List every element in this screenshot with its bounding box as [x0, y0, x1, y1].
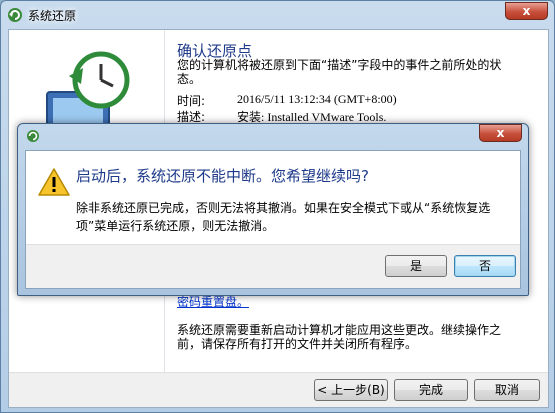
- dialog-button-bar: 是 否: [26, 244, 520, 288]
- dialog-client-area: 启动后，系统还原不能中断。您希望继续吗? 除非系统还原已完成，否则无法将其撤消。…: [25, 150, 521, 289]
- finish-button[interactable]: 完成: [394, 379, 468, 401]
- back-button[interactable]: < 上一步(B): [314, 379, 388, 401]
- warning-icon: [38, 168, 70, 196]
- system-restore-icon: [27, 130, 39, 142]
- description-label: 描述:: [177, 110, 206, 124]
- cancel-button[interactable]: 取消: [474, 379, 540, 401]
- dialog-heading: 启动后，系统还原不能中断。您希望继续吗?: [76, 167, 369, 185]
- restart-note: 系统还原需要重新启动计算机才能应用这些更改。继续操作之前，请保存所有打开的文件并…: [177, 323, 502, 351]
- confirmation-dialog: x 启动后，系统还原不能中断。您希望继续吗? 除非系统还原已完成，否则无法将其撤…: [17, 123, 529, 296]
- system-restore-icon: [8, 8, 22, 22]
- no-button[interactable]: 否: [454, 255, 516, 277]
- time-row: 时间: 2016/5/11 13:12:34 (GMT+8:00): [177, 92, 397, 109]
- close-button[interactable]: x: [505, 2, 548, 20]
- time-value: 2016/5/11 13:12:34 (GMT+8:00): [237, 92, 397, 106]
- window-title: 系统还原: [28, 9, 77, 23]
- dialog-close-button[interactable]: x: [479, 124, 522, 142]
- page-description: 您的计算机将被还原到下面“描述”字段中的事件之前所处的状态。: [177, 58, 502, 86]
- time-label: 时间:: [177, 94, 206, 108]
- title-bar: 系统还原 x: [1, 1, 554, 29]
- yes-button[interactable]: 是: [385, 255, 447, 277]
- wizard-button-bar: < 上一步(B) 完成 取消: [9, 372, 548, 407]
- dialog-message: 除非系统还原已完成，否则无法将其撤消。如果在安全模式下或从“系统恢复选项”菜单运…: [76, 201, 491, 233]
